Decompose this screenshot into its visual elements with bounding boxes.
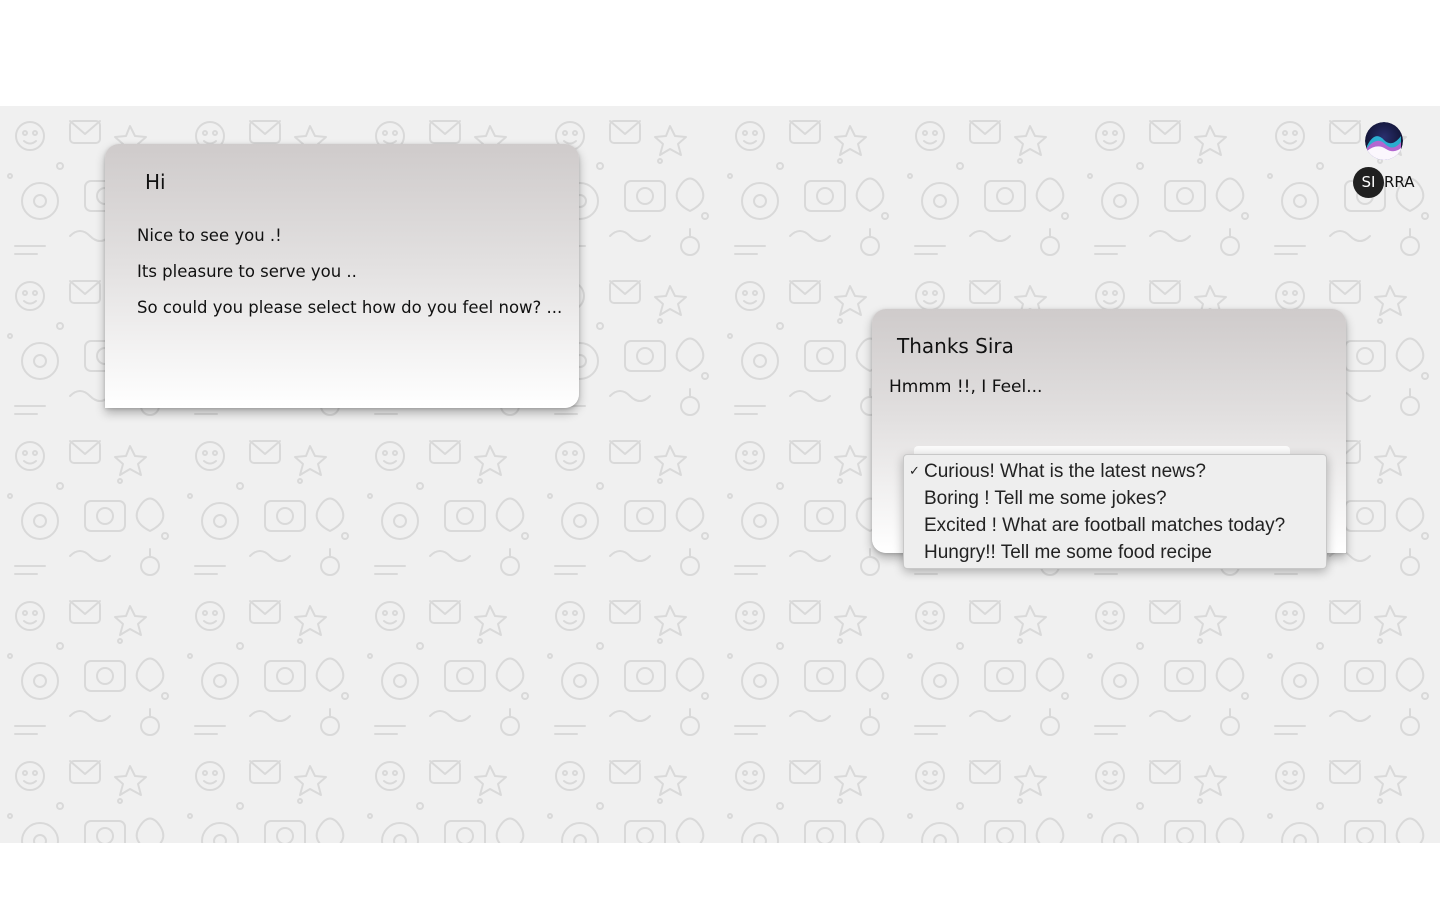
option-label: Curious! What is the latest news?	[924, 461, 1206, 482]
sirra-orb-icon	[1365, 122, 1403, 160]
feeling-option-excited[interactable]: Excited ! What are football matches toda…	[904, 512, 1326, 539]
sirra-logo[interactable]: SI RRA	[1352, 122, 1416, 202]
feeling-option-boring[interactable]: Boring ! Tell me some jokes?	[904, 485, 1326, 512]
brand-name: RRA	[1384, 173, 1415, 191]
bot-message-line: Nice to see you .!	[137, 226, 282, 245]
bot-message-card: Hi Nice to see you .! Its pleasure to se…	[105, 144, 579, 408]
checkmark-icon: ✓	[909, 464, 920, 479]
option-label: Hungry!! Tell me some food recipe	[924, 542, 1212, 563]
feeling-dropdown-menu[interactable]: ✓ Curious! What is the latest news? Bori…	[903, 454, 1327, 569]
feeling-option-hungry[interactable]: Hungry!! Tell me some food recipe	[904, 539, 1326, 566]
bot-message-line: Its pleasure to serve you ..	[137, 262, 357, 281]
bot-message-line: So could you please select how do you fe…	[137, 298, 563, 317]
brand-badge: SI	[1353, 167, 1384, 198]
feeling-option-curious[interactable]: ✓ Curious! What is the latest news?	[904, 458, 1326, 485]
option-label: Excited ! What are football matches toda…	[924, 515, 1286, 536]
feeling-prompt: Hmmm !!, I Feel...	[889, 377, 1043, 397]
option-label: Boring ! Tell me some jokes?	[924, 488, 1167, 509]
user-reply-title: Thanks Sira	[897, 334, 1014, 358]
bot-greeting-title: Hi	[145, 170, 166, 194]
